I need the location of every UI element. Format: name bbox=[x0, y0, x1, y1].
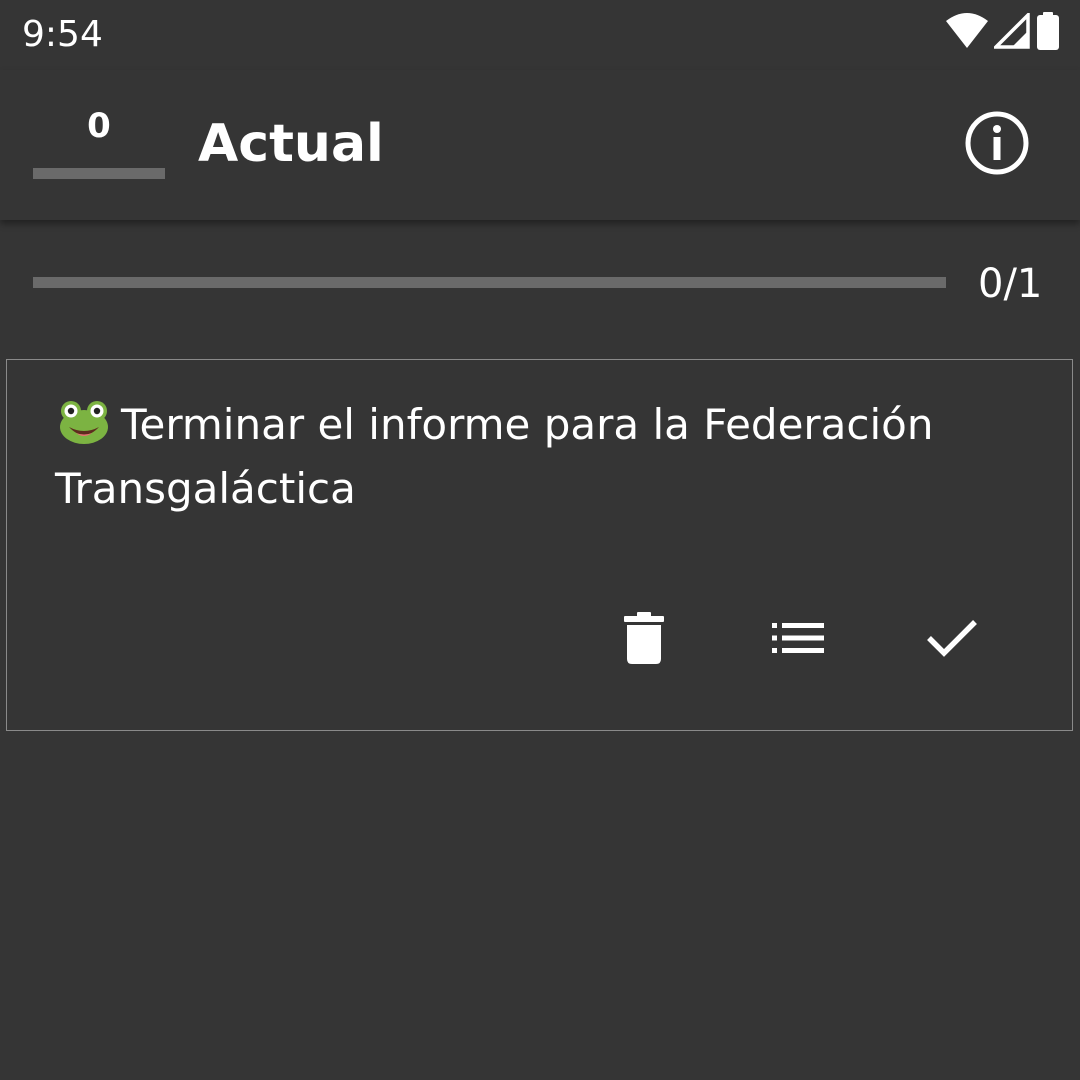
pomodoro-counter[interactable]: 0 bbox=[33, 100, 165, 180]
status-bar: 9:54 bbox=[0, 0, 1080, 70]
task-actions bbox=[7, 605, 1072, 675]
cell-signal-icon bbox=[991, 10, 1030, 53]
info-button[interactable] bbox=[960, 108, 1034, 182]
page-title: Actual bbox=[198, 114, 384, 174]
delete-task-button[interactable] bbox=[609, 605, 679, 675]
task-title: Terminar el informe para la Federación T… bbox=[55, 400, 934, 513]
task-card[interactable]: Terminar el informe para la Federación T… bbox=[6, 359, 1073, 731]
counter-value: 0 bbox=[87, 106, 111, 146]
app-bar: 0 Actual bbox=[0, 70, 1080, 220]
frog-icon bbox=[59, 399, 109, 460]
counter-underline bbox=[33, 168, 165, 179]
status-time: 9:54 bbox=[22, 14, 103, 55]
battery-icon bbox=[1036, 12, 1060, 54]
delete-icon bbox=[624, 612, 664, 668]
task-text-container: Terminar el informe para la Federación T… bbox=[55, 396, 955, 518]
subtasks-button[interactable] bbox=[763, 605, 833, 675]
progress-label: 0/1 bbox=[978, 261, 1043, 307]
info-icon bbox=[964, 110, 1030, 180]
status-icons bbox=[946, 10, 1060, 54]
list-icon bbox=[772, 623, 824, 657]
wifi-icon bbox=[946, 13, 988, 53]
check-icon bbox=[926, 618, 978, 662]
screen: 9:54 0 Actual 0/1 Terminar el informe pa… bbox=[0, 0, 1080, 1080]
progress-bar bbox=[33, 277, 946, 288]
complete-task-button[interactable] bbox=[917, 605, 987, 675]
